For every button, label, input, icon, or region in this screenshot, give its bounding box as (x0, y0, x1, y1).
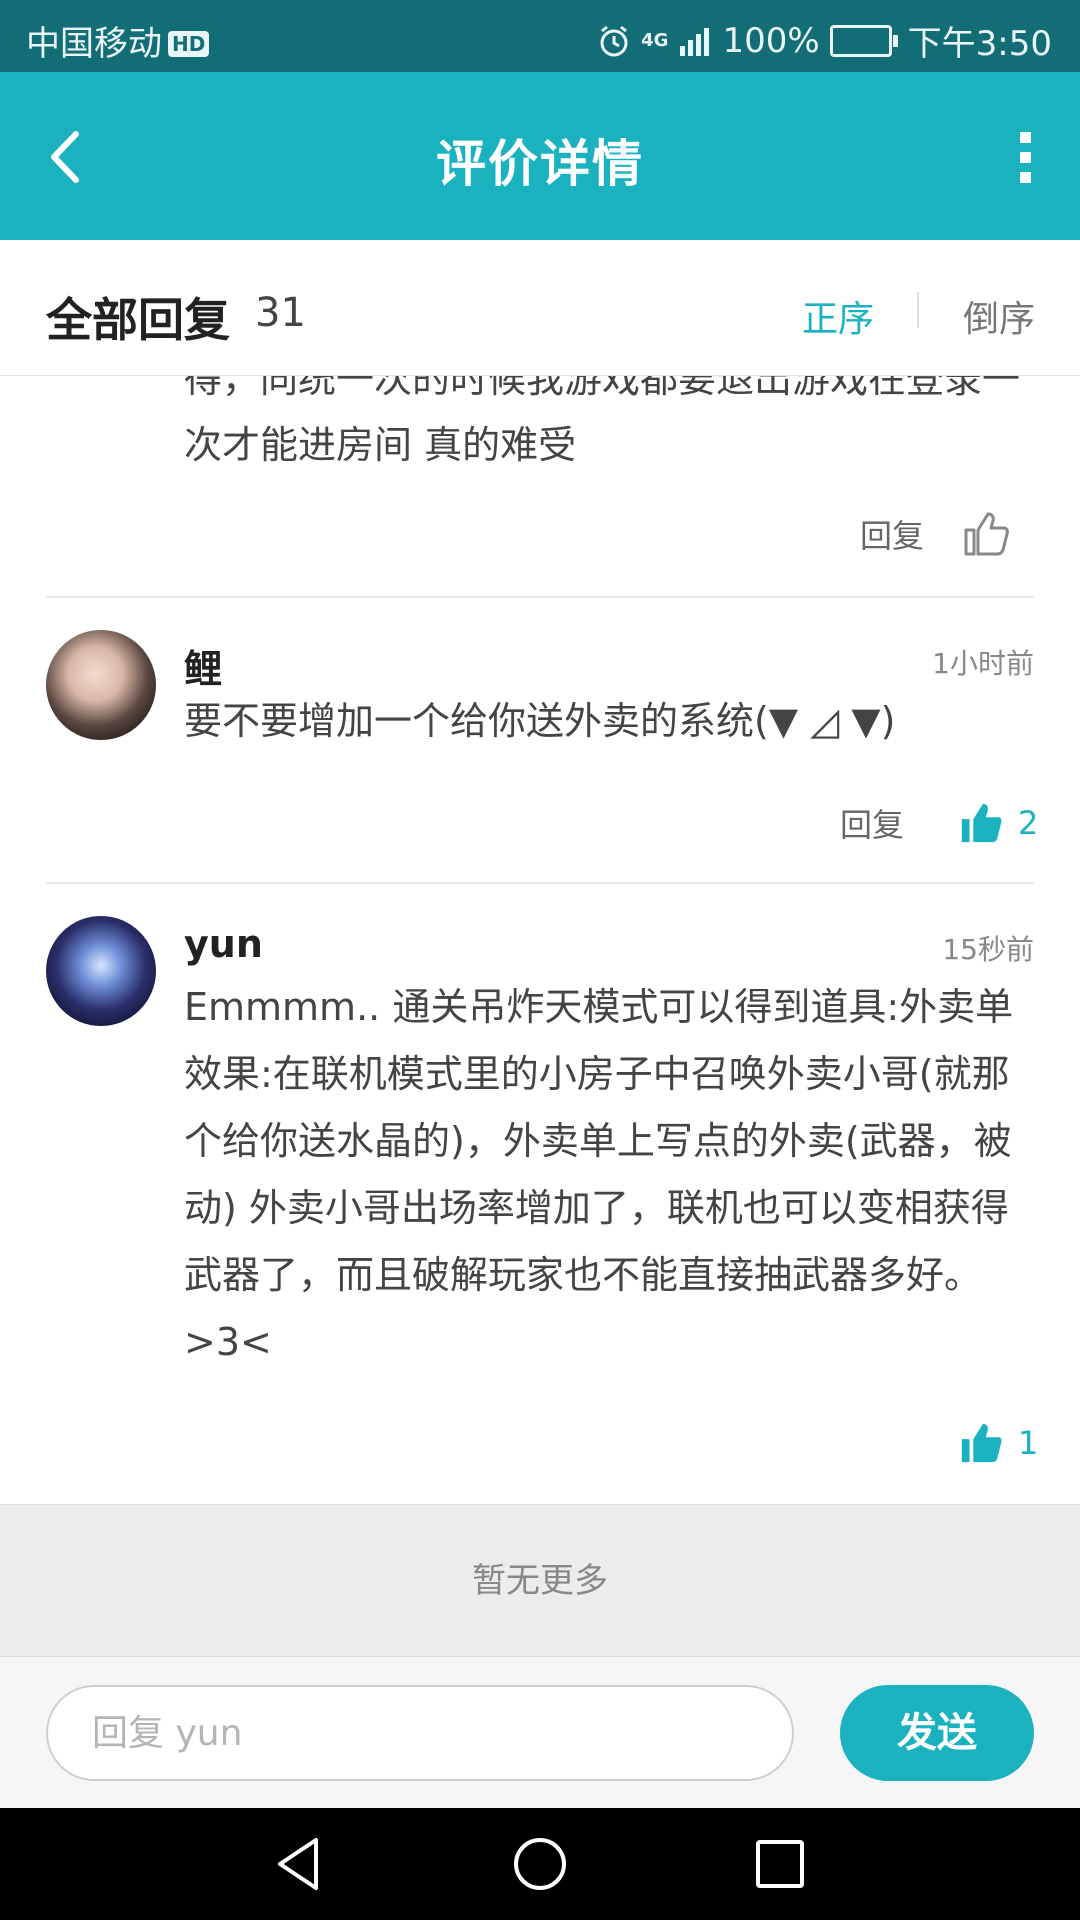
battery-percent: 100% (722, 20, 820, 61)
sort-ascending-tab[interactable]: 正序 (802, 290, 874, 342)
system-nav-bar (0, 1808, 1080, 1920)
comment-text: 得，同统一次的时候我游戏都要退出游戏在登录一次才能进房间 真的难受 (184, 376, 1021, 467)
separator (46, 596, 1034, 598)
replies-header: 全部回复 31 正序 倒序 (0, 240, 1080, 376)
username[interactable]: yun (184, 922, 263, 966)
sort-descending-tab[interactable]: 倒序 (963, 290, 1035, 342)
status-bar: 中国移动 HD 4G 100% 下午3:50 (0, 0, 1080, 72)
thumbs-up-outline-icon[interactable] (962, 510, 1010, 558)
thumbs-up-filled-icon[interactable] (958, 800, 1004, 846)
hd-badge: HD (168, 31, 210, 57)
username[interactable]: 鲤 (184, 638, 222, 693)
comment-text: Emmmm.. 通关吊炸天模式可以得到道具:外卖单 效果:在联机模式里的小房子中… (184, 985, 1014, 1364)
comment-text: 要不要增加一个给你送外卖的系统(▼ ◿ ▼) (184, 699, 896, 743)
comment-actions: 回复 (860, 510, 1010, 558)
avatar[interactable] (46, 630, 156, 740)
page-title: 评价详情 (436, 135, 644, 193)
reply-input[interactable] (46, 1685, 794, 1781)
send-button[interactable]: 发送 (840, 1685, 1034, 1781)
reply-bar: 发送 (0, 1656, 1080, 1809)
comment-time: 1小时前 (932, 647, 1034, 680)
network-type: 4G (641, 30, 669, 51)
signal-icon (680, 27, 710, 56)
carrier-label: 中国移动 HD (26, 16, 210, 65)
reply-button[interactable]: 回复 (840, 800, 904, 846)
comment-actions: 1 (958, 1420, 1038, 1466)
comment-time: 15秒前 (942, 933, 1034, 966)
recents-square-icon[interactable] (748, 1832, 812, 1896)
like-count: 2 (1018, 804, 1039, 842)
clock: 下午3:50 (907, 24, 1052, 64)
comment-actions: 回复 2 (840, 800, 1038, 846)
more-button[interactable] (1010, 132, 1040, 192)
avatar[interactable] (46, 916, 156, 1026)
carrier-name: 中国移动 (26, 24, 162, 64)
more-vertical-icon (1010, 132, 1040, 183)
alarm-icon (600, 25, 628, 56)
comment-list[interactable]: 得，同统一次的时候我游戏都要退出游戏在登录一次才能进房间 真的难受 回复 鲤 1… (0, 376, 1080, 1504)
like-count: 1 (1018, 1424, 1039, 1462)
home-circle-icon[interactable] (508, 1832, 572, 1896)
thumbs-up-filled-icon[interactable] (958, 1420, 1004, 1466)
no-more-label: 暂无更多 (0, 1504, 1080, 1657)
app-bar: 评价详情 (0, 72, 1080, 240)
replies-count: 31 (255, 290, 306, 336)
back-triangle-icon[interactable] (268, 1832, 332, 1896)
sort-divider (917, 292, 919, 328)
replies-title: 全部回复 (46, 293, 230, 347)
battery-icon (829, 24, 898, 57)
separator (46, 882, 1034, 884)
reply-button[interactable]: 回复 (860, 511, 924, 557)
status-right: 4G 100% 下午3:50 (597, 16, 1052, 65)
